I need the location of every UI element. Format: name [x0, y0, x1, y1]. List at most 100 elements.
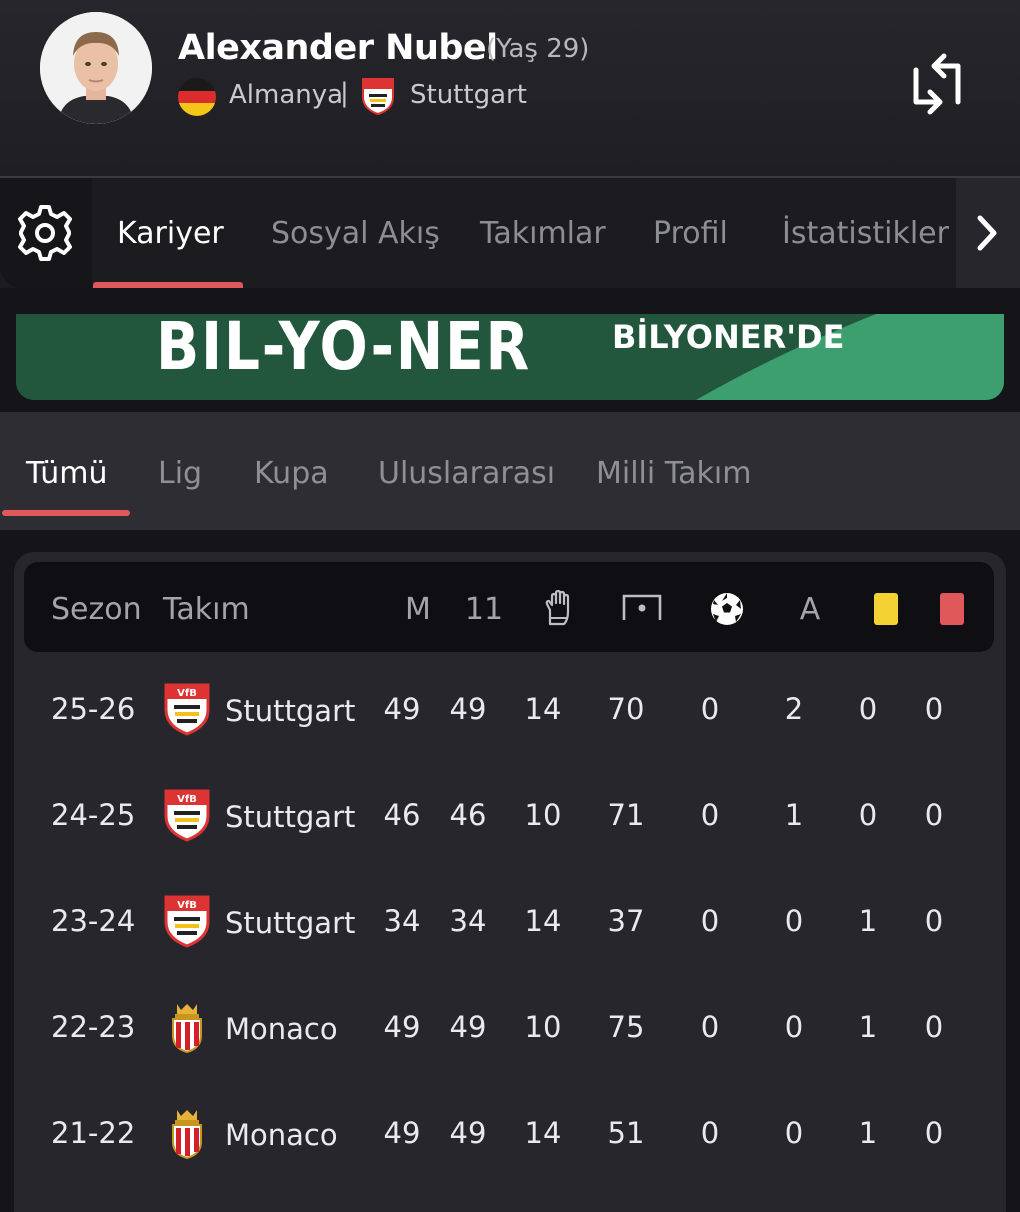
- red-cell: 0: [924, 798, 944, 832]
- goals-cell: 0: [700, 798, 720, 832]
- m-cell: 49: [383, 1116, 421, 1150]
- settings-button[interactable]: [0, 178, 92, 288]
- season-cell: 21-22: [51, 1116, 136, 1150]
- filter-tab-kupa[interactable]: Kupa: [254, 456, 329, 491]
- table-row[interactable]: 25-26 VfB Stuttgart 49 49 14 70 0 2 0 0: [16, 662, 1004, 762]
- tabs-scroll-right-button[interactable]: [956, 178, 1020, 288]
- filter-tab-lig[interactable]: Lig: [158, 456, 202, 491]
- table-row[interactable]: 21-22 Monaco 49 49 14 51 0 0 1 0: [16, 1086, 1004, 1186]
- red-cell: 0: [924, 692, 944, 726]
- starts-cell: 49: [449, 1116, 487, 1150]
- clean-cell: 14: [524, 904, 562, 938]
- ad-banner-container: BIL-YO-NER BİLYONER'DE: [0, 288, 1020, 412]
- goals-cell: 0: [700, 1116, 720, 1150]
- column-header-season[interactable]: Sezon: [51, 592, 142, 627]
- gear-icon: [18, 205, 72, 261]
- transfer-arrows-button[interactable]: [904, 52, 968, 124]
- team-cell[interactable]: Monaco: [225, 1012, 338, 1046]
- vfb-stuttgart-crest-icon: VfB: [163, 682, 211, 736]
- team-cell[interactable]: Stuttgart: [225, 906, 355, 940]
- table-row[interactable]: 24-25 VfB Stuttgart 46 46 10 71 0 1 0 0: [16, 768, 1004, 868]
- red-cell: 0: [924, 1010, 944, 1044]
- m-cell: 34: [383, 904, 421, 938]
- tab-profil[interactable]: Profil: [653, 216, 728, 251]
- football-icon[interactable]: [710, 592, 744, 630]
- season-cell: 25-26: [51, 692, 136, 726]
- tab-istatistikler[interactable]: İstatistikler: [782, 216, 949, 251]
- yellow-cell: 0: [858, 692, 878, 726]
- tab-kariyer[interactable]: Kariyer: [117, 216, 224, 251]
- player-photo-icon: [40, 12, 152, 124]
- team-cell[interactable]: Stuttgart: [225, 694, 355, 728]
- yellow-cell: 1: [858, 904, 878, 938]
- filter-tab-tumu[interactable]: Tümü: [26, 456, 107, 491]
- chevron-right-icon: [977, 215, 997, 251]
- table-header: Sezon Takım M 11 A: [24, 562, 994, 652]
- player-age: (Yaş 29): [486, 34, 590, 64]
- season-cell: 23-24: [51, 904, 136, 938]
- player-header: Alexander Nubel (Yaş 29) Almanya | Stutt…: [0, 0, 1020, 178]
- filter-tab-milli-takim[interactable]: Milli Takım: [596, 456, 751, 491]
- column-header-assists[interactable]: A: [800, 592, 821, 627]
- conceded-cell: 51: [607, 1116, 645, 1150]
- starts-cell: 49: [449, 692, 487, 726]
- column-header-team[interactable]: Takım: [163, 592, 250, 627]
- filter-tab-uluslararasi[interactable]: Uluslararası: [378, 456, 555, 491]
- column-header-starts[interactable]: 11: [465, 592, 503, 627]
- team-cell[interactable]: Stuttgart: [225, 800, 355, 834]
- germany-flag-icon: [178, 78, 216, 116]
- red-cell: 0: [924, 904, 944, 938]
- table-row[interactable]: 23-24 VfB Stuttgart 34 34 14 37 0 0 1 0: [16, 874, 1004, 974]
- team-cell[interactable]: Monaco: [225, 1118, 338, 1152]
- svg-text:VfB: VfB: [177, 688, 197, 699]
- goalkeeper-glove-icon[interactable]: [544, 589, 574, 630]
- assists-cell: 1: [784, 798, 804, 832]
- tab-sosyal-akis[interactable]: Sosyal Akış: [271, 216, 440, 251]
- yellow-card-icon[interactable]: [873, 592, 899, 630]
- clean-cell: 10: [524, 798, 562, 832]
- as-monaco-crest-icon: [163, 1106, 211, 1160]
- filter-tab-bar: Tümü Lig Kupa Uluslararası Milli Takım: [0, 412, 1020, 530]
- red-card-icon[interactable]: [939, 592, 965, 630]
- yellow-cell: 0: [858, 798, 878, 832]
- main-tab-bar: Kariyer Sosyal Akış Takımlar Profil İsta…: [0, 178, 1020, 288]
- player-name: Alexander Nubel: [178, 28, 498, 68]
- conceded-cell: 70: [607, 692, 645, 726]
- yellow-cell: 1: [858, 1116, 878, 1150]
- header-separator: |: [340, 78, 349, 108]
- player-avatar[interactable]: [40, 12, 152, 124]
- tab-takimlar[interactable]: Takımlar: [480, 216, 606, 251]
- banner-tagline-text: BİLYONER'DE: [612, 318, 845, 356]
- m-cell: 49: [383, 1010, 421, 1044]
- player-club[interactable]: Stuttgart: [410, 80, 527, 110]
- goals-cell: 0: [700, 904, 720, 938]
- transfer-arrows-icon: [913, 53, 961, 115]
- goal-net-icon[interactable]: [622, 594, 662, 626]
- m-cell: 49: [383, 692, 421, 726]
- starts-cell: 46: [449, 798, 487, 832]
- stuttgart-crest-icon: [361, 77, 395, 116]
- player-nationality[interactable]: Almanya: [229, 80, 343, 110]
- conceded-cell: 37: [607, 904, 645, 938]
- conceded-cell: 75: [607, 1010, 645, 1044]
- clean-cell: 10: [524, 1010, 562, 1044]
- clean-cell: 14: [524, 692, 562, 726]
- column-header-matches[interactable]: M: [405, 592, 431, 627]
- assists-cell: 2: [784, 692, 804, 726]
- starts-cell: 49: [449, 1010, 487, 1044]
- conceded-cell: 71: [607, 798, 645, 832]
- assists-cell: 0: [784, 904, 804, 938]
- clean-cell: 14: [524, 1116, 562, 1150]
- assists-cell: 0: [784, 1116, 804, 1150]
- season-cell: 24-25: [51, 798, 136, 832]
- goals-cell: 0: [700, 692, 720, 726]
- active-filter-indicator: [2, 510, 130, 516]
- table-row[interactable]: 22-23 Monaco 49 49 10 75 0 0 1 0: [16, 980, 1004, 1080]
- ad-banner[interactable]: BIL-YO-NER BİLYONER'DE: [16, 314, 1004, 400]
- svg-text:VfB: VfB: [177, 900, 197, 911]
- assists-cell: 0: [784, 1010, 804, 1044]
- red-cell: 0: [924, 1116, 944, 1150]
- vfb-stuttgart-crest-icon: VfB: [163, 894, 211, 948]
- season-cell: 22-23: [51, 1010, 136, 1044]
- starts-cell: 34: [449, 904, 487, 938]
